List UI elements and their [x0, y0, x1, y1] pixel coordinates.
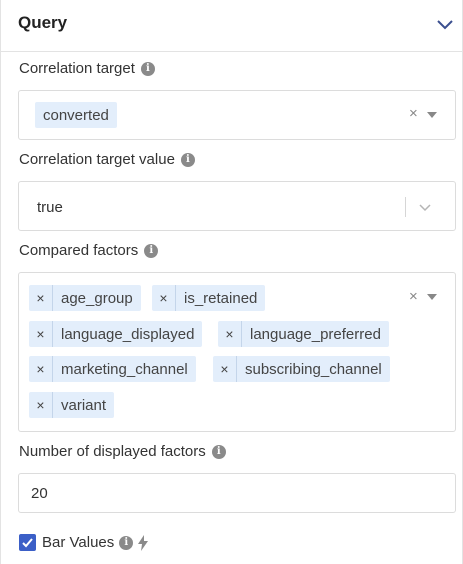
checkmark-icon — [22, 538, 33, 548]
correlation-target-label: Correlation target i — [19, 60, 155, 77]
bar-values-checkbox[interactable] — [19, 534, 36, 551]
factor-chip: × is_retained — [152, 285, 266, 311]
collapse-chevron-icon[interactable] — [434, 14, 456, 36]
factor-chip: × variant — [29, 392, 115, 418]
factor-chip: × language_preferred — [218, 321, 389, 347]
query-header[interactable]: Query — [1, 0, 462, 52]
input-value: 20 — [31, 485, 48, 502]
caret-down-icon[interactable] — [427, 294, 437, 300]
caret-down-icon[interactable] — [427, 112, 437, 118]
clear-icon[interactable]: × — [409, 288, 418, 305]
remove-chip-icon[interactable]: × — [29, 321, 53, 347]
chevron-down-icon[interactable] — [417, 199, 433, 215]
lightning-bolt-icon — [138, 534, 149, 551]
factor-chip: × marketing_channel — [29, 356, 196, 382]
page-title: Query — [18, 13, 68, 32]
displayed-factors-label: Number of displayed factors i — [19, 443, 226, 460]
remove-chip-icon[interactable]: × — [29, 356, 53, 382]
info-icon[interactable]: i — [144, 243, 159, 258]
compared-factors-label: Compared factors i — [19, 242, 159, 259]
clear-icon[interactable]: × — [409, 105, 418, 122]
bar-values-label: Bar Values i — [42, 534, 149, 551]
factor-chip: × language_displayed — [29, 321, 203, 347]
query-panel: Query Correlation target i converted × C… — [0, 0, 463, 564]
remove-chip-icon[interactable]: × — [213, 356, 237, 382]
selected-value: true — [37, 199, 63, 216]
info-icon[interactable]: i — [119, 535, 134, 550]
correlation-target-value-select[interactable]: true — [18, 181, 456, 231]
displayed-factors-input[interactable]: 20 — [18, 473, 456, 513]
compared-factors-multiselect[interactable]: × age_group × is_retained × language_dis… — [18, 272, 456, 432]
remove-chip-icon[interactable]: × — [152, 285, 176, 311]
factor-chip: × age_group — [29, 285, 141, 311]
correlation-target-select[interactable]: converted × — [18, 90, 456, 140]
info-icon[interactable]: i — [140, 61, 155, 76]
info-icon[interactable]: i — [180, 152, 195, 167]
divider — [405, 197, 406, 217]
correlation-target-value-label: Correlation target value i — [19, 151, 195, 168]
remove-chip-icon[interactable]: × — [29, 392, 53, 418]
selected-chip: converted — [35, 102, 117, 128]
remove-chip-icon[interactable]: × — [218, 321, 242, 347]
info-icon[interactable]: i — [211, 444, 226, 459]
remove-chip-icon[interactable]: × — [29, 285, 53, 311]
factor-chip: × subscribing_channel — [213, 356, 390, 382]
